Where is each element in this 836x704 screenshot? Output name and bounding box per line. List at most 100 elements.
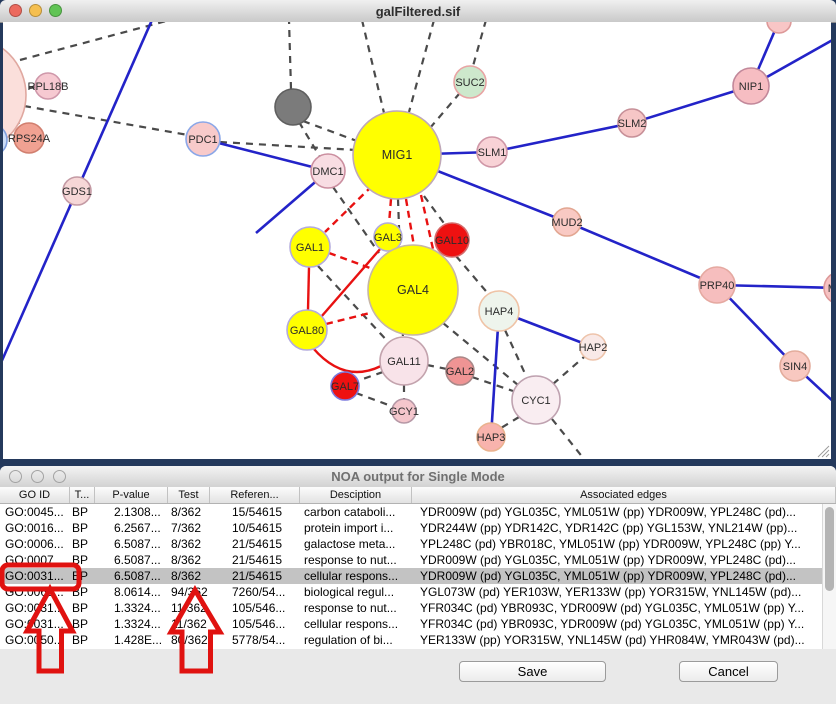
node-label: GAL10	[435, 235, 469, 247]
table-row[interactable]: GO:0045...BP2.1308...8/36215/54615carbon…	[0, 504, 822, 520]
noa-window-titlebar[interactable]: NOA output for Single Mode	[0, 466, 836, 488]
table-cell: YFR034C (pd) YBR093C, YDR009W (pd) YGL03…	[412, 616, 822, 632]
table-cell: BP	[70, 616, 95, 632]
table-row[interactable]: GO:0016...BP6.2567...7/36210/54615protei…	[0, 520, 822, 536]
desktop: { "graph_window": { "title": "galFiltere…	[0, 0, 836, 704]
node-label: GAL11	[387, 356, 420, 368]
network-window-titlebar[interactable]: galFiltered.sif	[0, 0, 836, 23]
column-header-associated-edges[interactable]: Associated edges	[412, 487, 836, 503]
table-cell: 15/54615	[210, 504, 300, 520]
network-edge	[389, 199, 391, 224]
network-edge	[505, 330, 527, 378]
table-cell: BP	[70, 584, 95, 600]
table-cell: YGL073W (pd) YER103W, YER133W (pp) YOR31…	[412, 584, 822, 600]
table-cell: cellular respons...	[300, 568, 412, 584]
table-cell: GO:0031...	[0, 600, 70, 616]
network-node[interactable]	[275, 89, 311, 125]
minimize-button[interactable]	[29, 4, 42, 17]
table-cell: 8/362	[168, 568, 210, 584]
node-label: GAL3	[374, 232, 402, 244]
table-cell: 1.3324...	[95, 600, 168, 616]
node-label: GAL4	[397, 283, 429, 297]
network-edge	[472, 377, 513, 391]
node-label: HAP4	[485, 306, 514, 318]
network-edge	[567, 222, 717, 285]
network-edge	[329, 253, 370, 268]
table-cell: YER133W (pp) YOR315W, YNL145W (pd) YHR08…	[412, 632, 822, 648]
table-row-selected[interactable]: GO:0031...BP6.5087...8/36221/54615cellul…	[0, 568, 822, 584]
table-cell: YFR034C (pd) YBR093C, YDR009W (pd) YGL03…	[412, 600, 822, 616]
network-canvas[interactable]: RPL18BRPS24AGDS1PDC1DMC1MIG1SUC2SLM1SLM2…	[3, 22, 831, 459]
table-row[interactable]: GO:0007...BP6.5087...8/36221/54615respon…	[0, 552, 822, 568]
table-cell: galactose meta...	[300, 536, 412, 552]
close-button[interactable]	[9, 470, 22, 483]
table-cell: GO:0031...	[0, 568, 70, 584]
column-header-referen-[interactable]: Referen...	[210, 487, 300, 503]
network-edge	[553, 357, 584, 384]
table-row[interactable]: GO:0031...BP1.3324...11/362105/546...res…	[0, 600, 822, 616]
table-cell: 1.428E...	[95, 632, 168, 648]
table-cell: 21/54615	[210, 552, 300, 568]
resize-grip-icon[interactable]	[815, 443, 830, 458]
zoom-button[interactable]	[49, 4, 62, 17]
table-cell: 11/362	[168, 600, 210, 616]
network-edge	[421, 195, 433, 249]
table-row[interactable]: GO:0006...BP6.5087...8/36221/54615galact…	[0, 536, 822, 552]
table-cell: GO:0045...	[0, 504, 70, 520]
node-label: GAL7	[331, 381, 359, 393]
network-edge	[501, 417, 519, 428]
noa-window-title: NOA output for Single Mode	[331, 469, 505, 484]
network-node[interactable]	[767, 22, 791, 33]
table-cell: 7/362	[168, 520, 210, 536]
network-edge	[492, 123, 632, 152]
column-header-p-value[interactable]: P-value	[95, 487, 168, 503]
traffic-lights	[9, 4, 62, 17]
column-header-test[interactable]: Test	[168, 487, 210, 503]
node-label: GCY1	[389, 406, 419, 418]
table-cell: BP	[70, 504, 95, 520]
close-button[interactable]	[9, 4, 22, 17]
minimize-button[interactable]	[31, 470, 44, 483]
cancel-button[interactable]: Cancel	[679, 661, 778, 682]
table-cell: carbon cataboli...	[300, 504, 412, 520]
network-edge	[409, 22, 434, 112]
table-cell: cellular respons...	[300, 616, 412, 632]
network-window-title: galFiltered.sif	[376, 4, 461, 19]
node-label: HAP2	[579, 342, 608, 354]
save-button[interactable]: Save	[459, 661, 606, 682]
node-label: SLM1	[478, 147, 507, 159]
network-edge	[552, 419, 584, 459]
table-cell: 2.1308...	[95, 504, 168, 520]
node-label: MUD2	[551, 217, 582, 229]
results-table-body: GO:0045...BP2.1308...8/36215/54615carbon…	[0, 504, 822, 649]
network-window: galFiltered.sif RPL18BRPS24AGDS1PDC1DMC1…	[0, 0, 836, 462]
network-edge	[356, 393, 394, 407]
inactive-traffic-lights	[9, 470, 66, 483]
table-cell: 8.0614...	[95, 584, 168, 600]
table-cell: YPL248C (pd) YBR018C, YML051W (pp) YDR00…	[412, 536, 822, 552]
table-row[interactable]: GO:0065...BP8.0614...94/3627260/54...bio…	[0, 584, 822, 600]
scrollbar-thumb[interactable]	[825, 507, 834, 591]
column-header-go-id[interactable]: GO ID	[0, 487, 70, 503]
node-label: NIP1	[739, 81, 763, 93]
table-cell: 6.2567...	[95, 520, 168, 536]
column-header-t-[interactable]: T...	[70, 487, 95, 503]
table-row[interactable]: GO:0031...BP1.3324...11/362105/546...cel…	[0, 616, 822, 632]
network-edge	[427, 365, 447, 369]
table-cell: BP	[70, 568, 95, 584]
table-cell: GO:0050...	[0, 632, 70, 648]
node-label: DMC1	[312, 166, 343, 178]
table-cell: protein import i...	[300, 520, 412, 536]
table-cell: YDR009W (pd) YGL035C, YML051W (pp) YDR00…	[412, 504, 822, 520]
zoom-button[interactable]	[53, 470, 66, 483]
table-cell: 5778/54...	[210, 632, 300, 648]
column-header-desciption[interactable]: Desciption	[300, 487, 412, 503]
table-row[interactable]: GO:0050...BP1.428E...80/3625778/54...reg…	[0, 632, 822, 648]
node-label: GAL2	[446, 366, 474, 378]
table-cell: 8/362	[168, 504, 210, 520]
table-cell: 94/362	[168, 584, 210, 600]
node-label: HAP3	[477, 432, 506, 444]
table-scrollbar[interactable]	[822, 504, 836, 649]
table-cell: GO:0007...	[0, 552, 70, 568]
table-cell: 6.5087...	[95, 552, 168, 568]
